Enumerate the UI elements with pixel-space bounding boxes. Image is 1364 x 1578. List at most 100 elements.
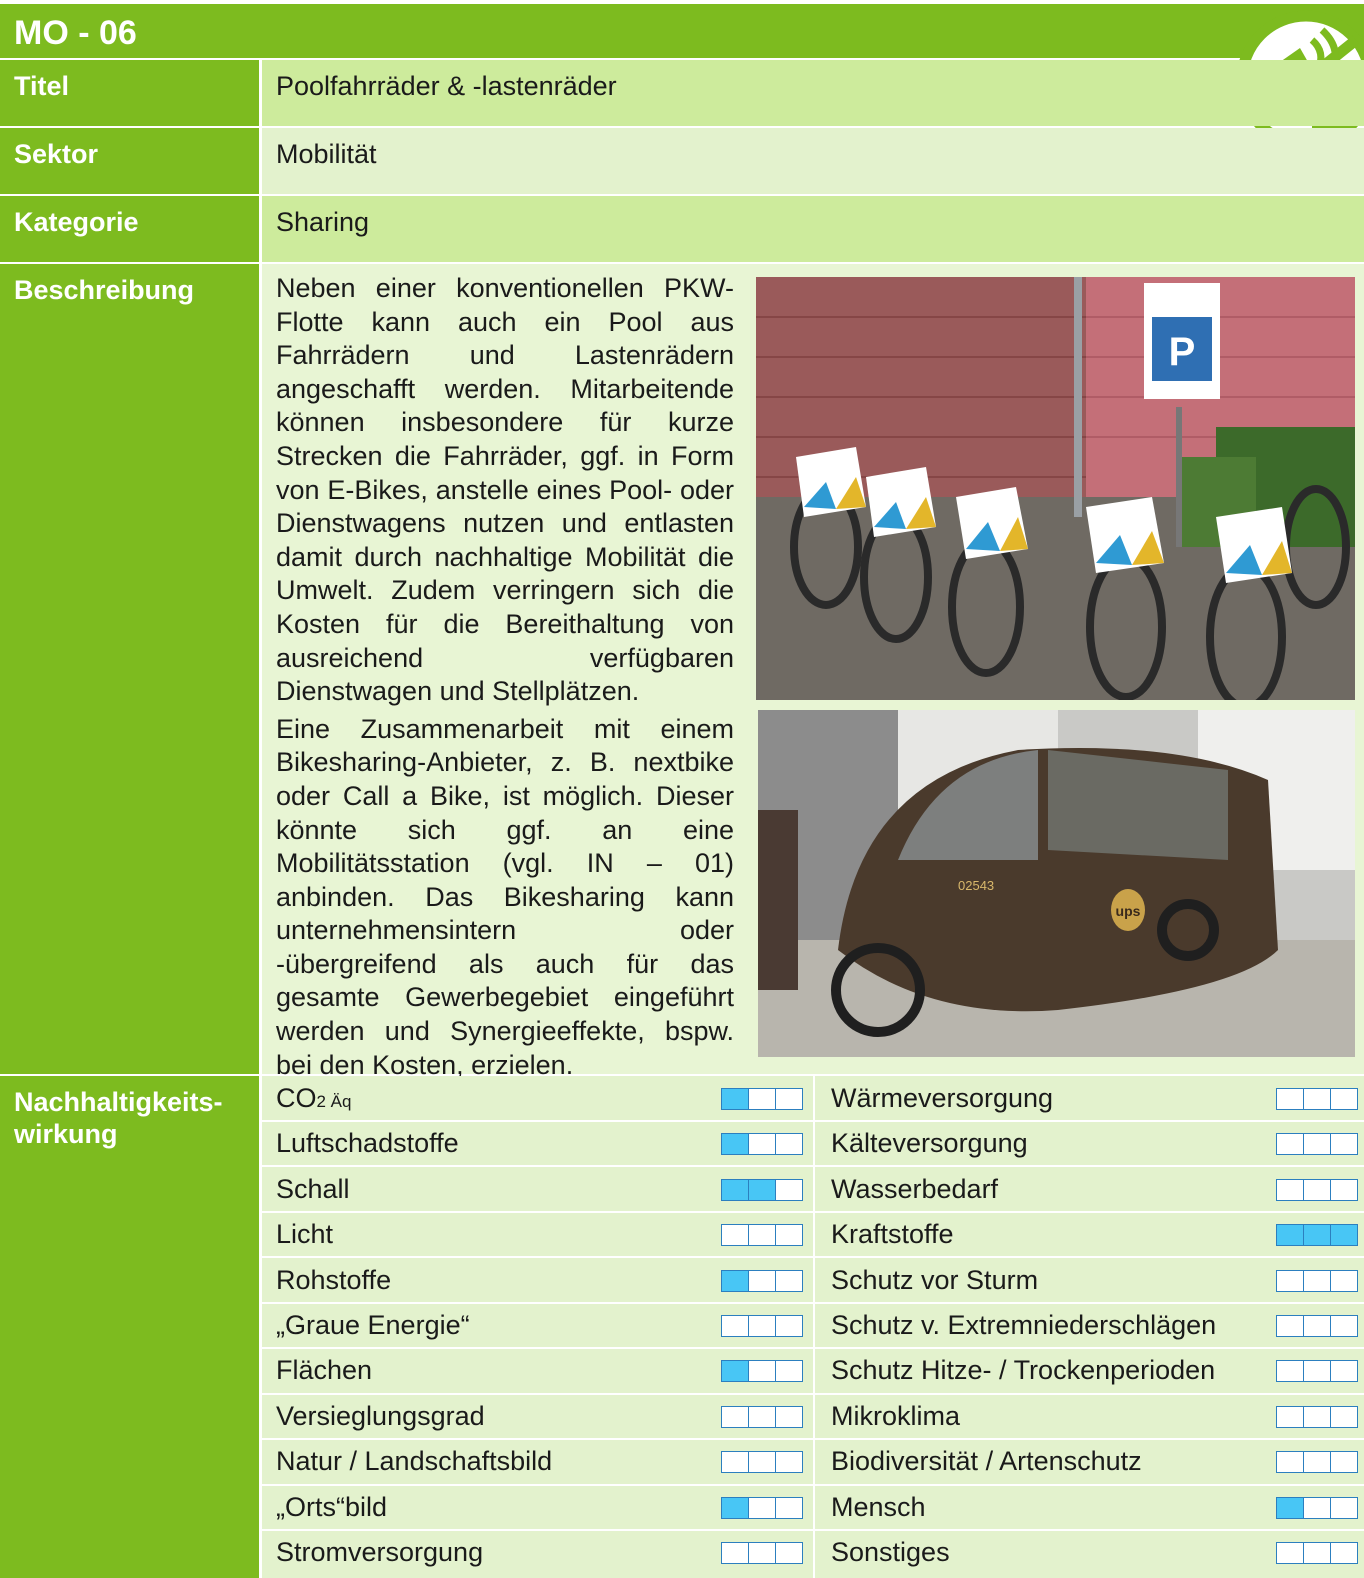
impact-rating-box (721, 1133, 750, 1156)
impact-rating-box (747, 1178, 777, 1201)
impact-rating-box (1329, 1088, 1358, 1110)
impact-rating-box (1329, 1133, 1358, 1156)
impact-rating-boxes (1276, 1269, 1358, 1292)
impact-rating-boxes (1276, 1133, 1358, 1156)
sector-row: Sektor Mobilität (0, 128, 1364, 194)
impact-left-label: Natur / Landschaftsbild (276, 1446, 553, 1477)
sector-value: Mobilität (262, 128, 1364, 194)
impact-label-line1: Nachhaltigkeits- (14, 1087, 223, 1117)
category-row: Kategorie Sharing (0, 196, 1364, 262)
impact-label: Nachhaltigkeits- wirkung (0, 1076, 259, 1578)
impact-left-label: „Orts“bild (276, 1491, 388, 1522)
impact-left-label: Versieglungsgrad (276, 1400, 485, 1431)
impact-left-label: Licht (276, 1219, 334, 1250)
impact-right-label: Sonstiges (831, 1537, 950, 1567)
impact-rating-box (747, 1496, 777, 1519)
sector-label: Sektor (0, 128, 259, 194)
category-label: Kategorie (0, 196, 259, 262)
parking-sign-text: P (1169, 330, 1196, 374)
impact-rating-box (1329, 1542, 1358, 1564)
impact-rating-box (1329, 1451, 1358, 1474)
impact-rating-box (1276, 1315, 1305, 1337)
impact-rating-boxes (1276, 1360, 1358, 1383)
impact-rating-box (1302, 1496, 1332, 1519)
impact-rating-box (747, 1133, 777, 1156)
impact-rating-box (1276, 1088, 1305, 1110)
impact-rating-box (747, 1269, 777, 1292)
impact-rating-box (1276, 1224, 1305, 1247)
measure-code: MO - 06 (0, 4, 1364, 58)
bike-pool-photo: P (756, 277, 1355, 700)
impact-rating-box (1276, 1496, 1305, 1519)
impact-rating-box (1276, 1451, 1305, 1474)
impact-rating-box (747, 1315, 777, 1337)
impact-rating-box (1302, 1542, 1332, 1564)
title-label: Titel (0, 60, 259, 126)
impact-rating-box (747, 1542, 777, 1564)
impact-rating-boxes (721, 1178, 803, 1201)
impact-rating-box (721, 1315, 750, 1337)
impact-rating-box (1302, 1088, 1332, 1110)
impact-right-label: Mikroklima (831, 1400, 961, 1431)
impact-rating-box (1302, 1451, 1332, 1474)
impact-rating-boxes (1276, 1224, 1358, 1247)
impact-rating-box (1302, 1315, 1332, 1337)
impact-rating-box (721, 1542, 750, 1564)
category-value: Sharing (262, 196, 1364, 262)
impact-rating-box (721, 1360, 750, 1383)
impact-right-label: Schutz v. Extremniederschlägen (831, 1310, 1217, 1340)
impact-rating-box (747, 1451, 777, 1474)
impact-rating-box (721, 1088, 750, 1110)
impact-rating-box (774, 1360, 803, 1383)
impact-right-label: Biodiversität / Artenschutz (831, 1446, 1142, 1477)
impact-rating-box (1276, 1269, 1305, 1292)
impact-rating-box (1329, 1178, 1358, 1201)
description-text: Neben einer konventionellen PKW-Flotte k… (276, 272, 734, 1082)
impact-rating-boxes (721, 1133, 803, 1156)
impact-rating-box (774, 1178, 803, 1201)
impact-right-label: Wasserbedarf (831, 1173, 999, 1204)
impact-rating-boxes (1276, 1178, 1358, 1201)
impact-rating-box (1276, 1542, 1305, 1564)
impact-left-label: CO2 Äq (276, 1083, 352, 1113)
impact-rating-box (774, 1451, 803, 1474)
impact-rating-box (1276, 1360, 1305, 1383)
impact-rating-box (774, 1224, 803, 1247)
cargo-bike-photo: 02543 ups (758, 710, 1355, 1057)
impact-rating-box (1302, 1133, 1332, 1156)
impact-rating-box (774, 1315, 803, 1337)
impact-rating-boxes (721, 1360, 803, 1383)
impact-rating-box (1329, 1224, 1358, 1247)
impact-right-label: Schutz Hitze- / Trockenperioden (831, 1355, 1216, 1386)
impact-rating-box (721, 1178, 750, 1201)
impact-rating-box (721, 1496, 750, 1519)
impact-rating-boxes (721, 1405, 803, 1428)
impact-rating-box (747, 1405, 777, 1428)
impact-rating-box (721, 1405, 750, 1428)
impact-rating-boxes (721, 1088, 803, 1110)
impact-rating-boxes (1276, 1542, 1358, 1564)
impact-left-label: Luftschadstoffe (276, 1128, 459, 1159)
impact-rating-box (747, 1360, 777, 1383)
impact-right-label: Kraftstoffe (831, 1219, 954, 1250)
impact-rating-box (721, 1451, 750, 1474)
impact-rating-box (1329, 1405, 1358, 1428)
impact-rating-box (774, 1088, 803, 1110)
impact-right-label: Mensch (831, 1491, 926, 1522)
impact-left-label: „Graue Energie“ (276, 1310, 470, 1340)
cargo-bike-number: 02543 (958, 878, 994, 893)
impact-left-label: Stromversorgung (276, 1537, 484, 1567)
impact-rating-box (774, 1269, 803, 1292)
impact-rating-box (1329, 1269, 1358, 1292)
impact-rating-box (1302, 1360, 1332, 1383)
impact-left-label: Flächen (276, 1355, 373, 1386)
impact-right-label: Schutz vor Sturm (831, 1264, 1039, 1295)
impact-rating-boxes (721, 1451, 803, 1474)
impact-rating-box (721, 1224, 750, 1247)
impact-rating-boxes (1276, 1088, 1358, 1110)
impact-rating-box (774, 1496, 803, 1519)
cargo-bike-brand: ups (1116, 903, 1141, 919)
impact-rating-boxes (1276, 1496, 1358, 1519)
impact-rating-boxes (721, 1224, 803, 1247)
impact-rating-box (774, 1405, 803, 1428)
